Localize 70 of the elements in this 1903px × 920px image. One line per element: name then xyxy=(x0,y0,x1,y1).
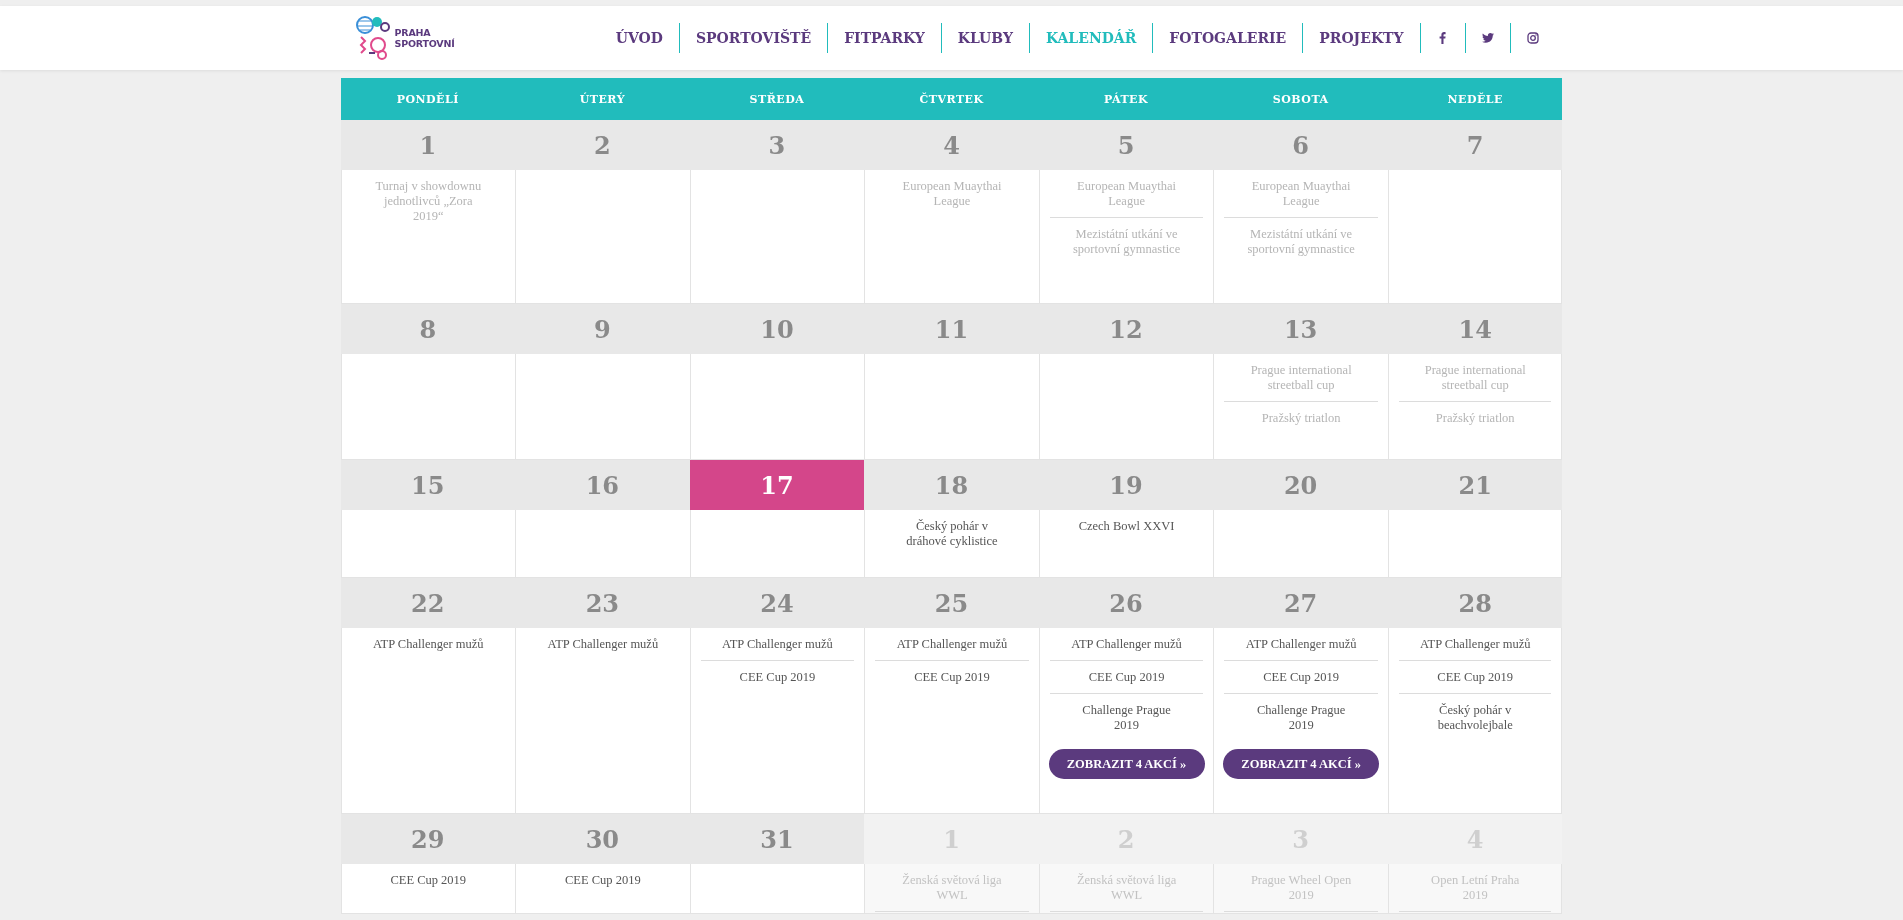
facebook-icon[interactable] xyxy=(1439,32,1446,44)
day-number: 25 xyxy=(864,578,1039,628)
event-link[interactable]: CEE Cup 2019 xyxy=(698,661,857,693)
event-link[interactable]: ATP Challenger mužů xyxy=(524,628,682,660)
weekday-header: PONDĚLÍ xyxy=(396,92,459,106)
day-number: 22 xyxy=(340,578,516,628)
nav-link[interactable]: FOTOGALERIE xyxy=(1153,23,1303,53)
day-number: 15 xyxy=(340,460,516,510)
weekday-header: NEDĚLE xyxy=(1447,92,1503,106)
day-number: 5 xyxy=(1038,120,1214,170)
day-number: 14 xyxy=(1387,304,1563,354)
day-number: 13 xyxy=(1213,304,1388,354)
weekday-header: SOBOTA xyxy=(1272,92,1329,106)
day-number: 26 xyxy=(1038,578,1214,628)
day-number: 6 xyxy=(1213,120,1388,170)
event-link[interactable]: ATP Challenger mužů xyxy=(1396,628,1554,660)
day-number: 28 xyxy=(1387,578,1563,628)
event-link[interactable]: Český pohár v beachvolejbale xyxy=(1396,694,1554,741)
day-number: 10 xyxy=(689,304,865,354)
weekday-header: ÚTERÝ xyxy=(579,92,625,106)
show-more-button[interactable]: ZOBRAZIT 4 AKCÍ » xyxy=(1223,749,1380,779)
weekday-header: STŘEDA xyxy=(749,92,805,106)
day-number: 17 xyxy=(689,460,865,510)
event-link[interactable]: CEE Cup 2019 xyxy=(1396,661,1554,693)
nav-link[interactable]: SPORTOVIŠTĚ xyxy=(679,23,828,53)
day-number: 4 xyxy=(864,120,1039,170)
event-link[interactable]: CEE Cup 2019 xyxy=(873,661,1031,693)
event-link[interactable]: ATP Challenger mužů xyxy=(349,628,508,660)
day-number: 9 xyxy=(515,304,690,354)
day-number: 23 xyxy=(515,578,690,628)
day-number: 27 xyxy=(1213,578,1388,628)
nav-link[interactable]: PROJEKTY xyxy=(1303,23,1420,53)
day-number: 2 xyxy=(515,120,690,170)
event-link[interactable]: ATP Challenger mužů xyxy=(873,628,1031,660)
event-link[interactable]: ATP Challenger mužů xyxy=(698,628,857,660)
day-number: 12 xyxy=(1038,304,1214,354)
day-number: 21 xyxy=(1387,460,1563,510)
day-number: 30 xyxy=(515,814,690,864)
logo-text[interactable]: PRAHA SPORTOVNÍ xyxy=(394,27,455,49)
day-number: 19 xyxy=(1038,460,1214,510)
day-number: 16 xyxy=(515,460,690,510)
day-number: 7 xyxy=(1387,120,1563,170)
day-number: 24 xyxy=(689,578,865,628)
day-number: 11 xyxy=(864,304,1039,354)
day-number: 20 xyxy=(1213,460,1388,510)
weekday-header: ČTVRTEK xyxy=(919,92,984,106)
event-link[interactable]: ATP Challenger mužů xyxy=(1047,628,1206,660)
event-link[interactable]: CEE Cup 2019 xyxy=(349,864,508,896)
day-number: 8 xyxy=(340,304,516,354)
event-link[interactable]: CEE Cup 2019 xyxy=(524,864,682,896)
event-link[interactable]: Czech Bowl XXVI xyxy=(1047,510,1206,542)
nav-link[interactable]: FITPARKY xyxy=(828,23,941,53)
logo-icon xyxy=(354,15,391,61)
day-number: 1 xyxy=(340,120,516,170)
event-link[interactable]: CEE Cup 2019 xyxy=(1047,661,1206,693)
event-link[interactable]: ATP Challenger mužů xyxy=(1222,628,1380,660)
day-number: 18 xyxy=(864,460,1039,510)
day-number: 3 xyxy=(689,120,865,170)
weekday-header: PÁTEK xyxy=(1104,92,1149,106)
show-more-button[interactable]: ZOBRAZIT 4 AKCÍ » xyxy=(1048,749,1205,779)
event-link[interactable]: Český pohár v dráhové cyklistice xyxy=(873,510,1031,557)
nav-link[interactable]: ÚVOD xyxy=(599,23,679,53)
day-number: 31 xyxy=(689,814,865,864)
instagram-icon[interactable] xyxy=(1526,32,1539,44)
event-link[interactable]: CEE Cup 2019 xyxy=(1222,661,1380,693)
twitter-icon[interactable] xyxy=(1481,33,1494,43)
nav-link[interactable]: KLUBY xyxy=(941,23,1029,53)
event-link[interactable]: Challenge Prague 2019 xyxy=(1047,694,1206,741)
event-link[interactable]: Challenge Prague 2019 xyxy=(1222,694,1380,741)
day-number: 29 xyxy=(340,814,516,864)
